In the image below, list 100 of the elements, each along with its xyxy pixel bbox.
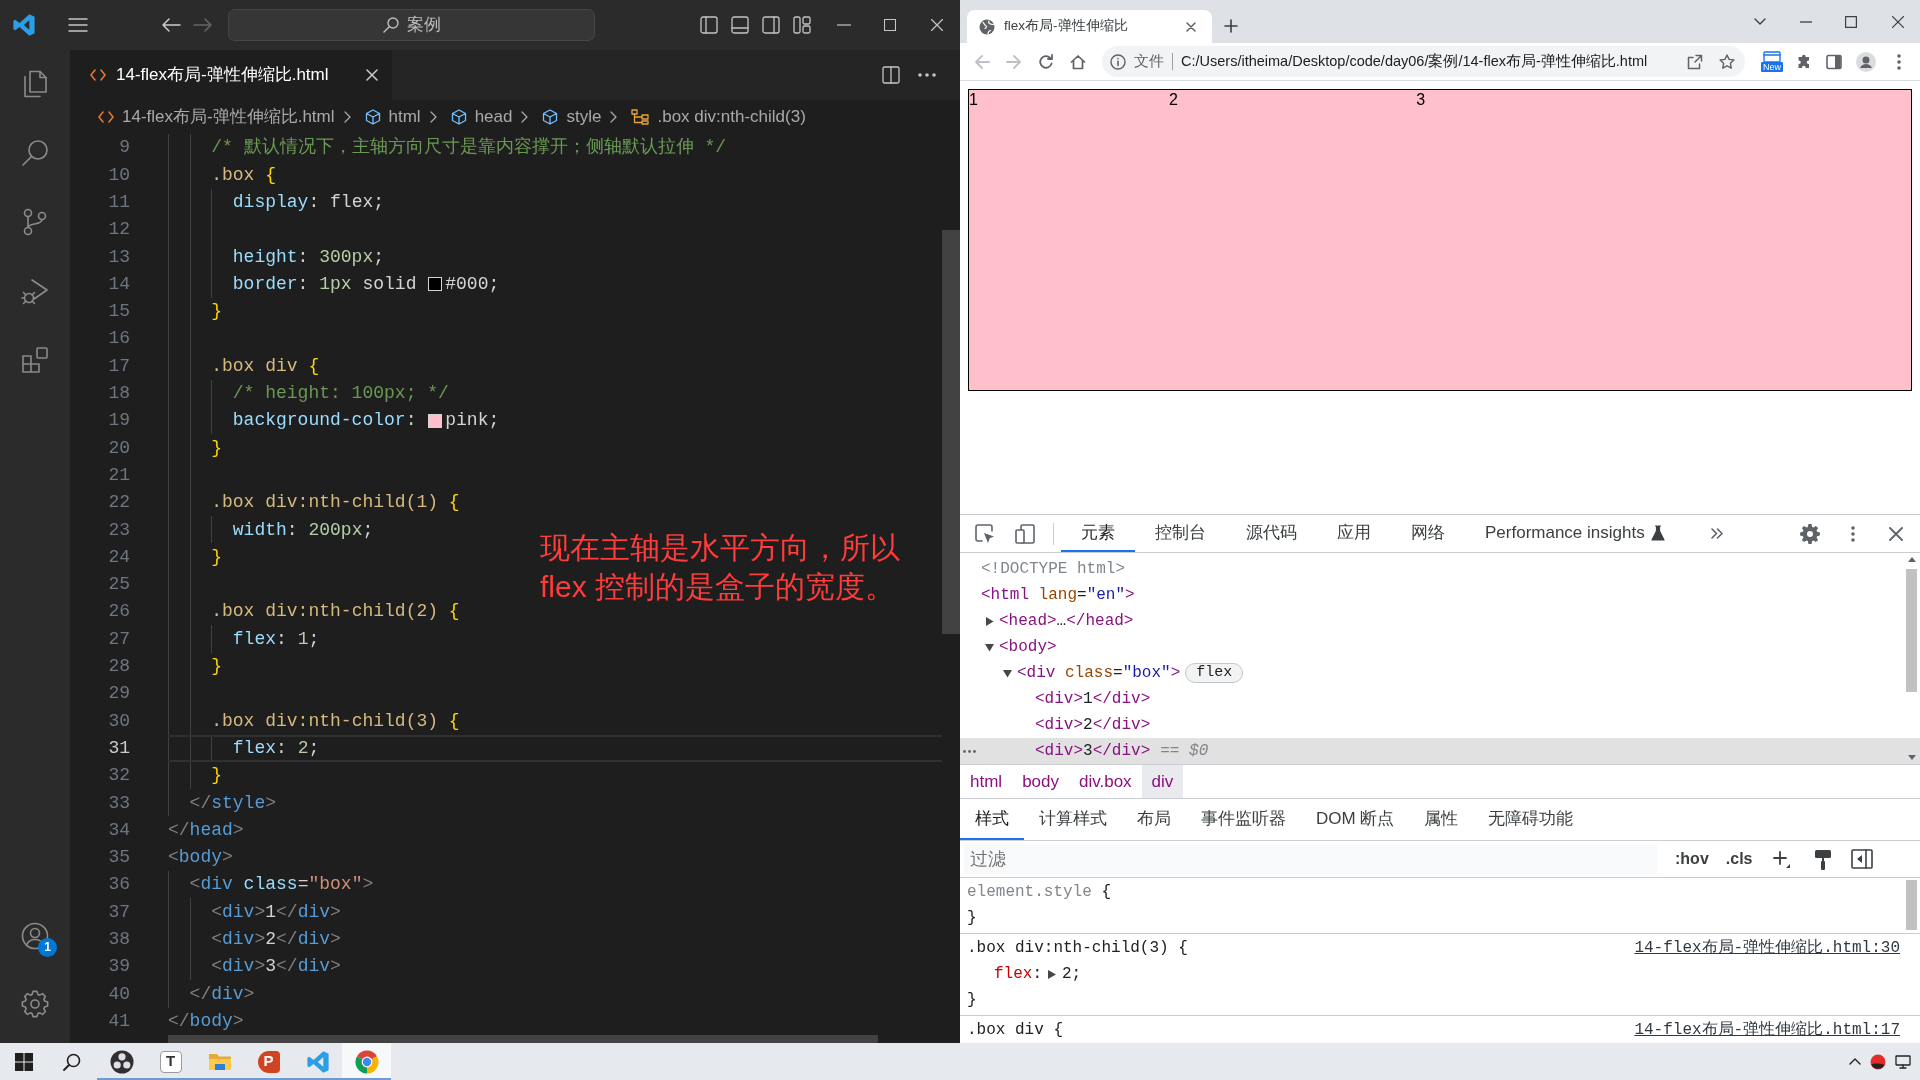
breadcrumb-item[interactable]: 14-flex布局-弹性伸缩比.html — [98, 106, 335, 128]
run-debug-icon[interactable] — [21, 277, 49, 305]
close-icon[interactable] — [1889, 526, 1903, 541]
inspect-icon[interactable] — [975, 523, 995, 544]
files-icon[interactable] — [21, 70, 49, 98]
ellipsis-icon[interactable] — [963, 750, 976, 753]
taskbar-button[interactable]: T — [146, 1043, 195, 1080]
dom-tree-row[interactable]: <div>2</div> — [960, 712, 1920, 738]
source-link[interactable]: 14-flex布局-弹性伸缩比.html:17 — [1634, 1020, 1900, 1040]
branch-icon[interactable] — [21, 208, 49, 236]
scrollbar-thumb[interactable] — [168, 1035, 878, 1043]
breadcrumb-item[interactable]: body — [1012, 765, 1069, 798]
devtools-tab[interactable]: 控制台 — [1135, 515, 1226, 552]
address-bar[interactable]: 文件 C:/Users/itheima/Desktop/code/day06/案例/14-flex布局-弹性伸缩比.html — [1102, 46, 1745, 77]
color-swatch-icon[interactable] — [428, 413, 443, 428]
account-icon[interactable] — [21, 922, 49, 950]
more-icon[interactable] — [918, 73, 936, 77]
flex-badge[interactable]: flex — [1185, 663, 1244, 683]
filter-field[interactable]: 过滤 — [964, 844, 1657, 874]
sidebar-toggle-icon[interactable] — [1851, 849, 1874, 869]
styles-tab[interactable]: 无障碍功能 — [1473, 799, 1589, 840]
more-vertical-icon[interactable] — [1897, 53, 1901, 70]
layout-grid-icon[interactable] — [793, 16, 811, 34]
extensions-icon[interactable] — [21, 346, 49, 374]
styles-tab[interactable]: 布局 — [1122, 799, 1186, 840]
breadcrumb-item[interactable]: .box div:nth-child(3) — [631, 106, 806, 128]
minimize-icon[interactable] — [1800, 20, 1812, 23]
color-swatch-icon[interactable] — [428, 277, 443, 292]
breadcrumb-item[interactable]: div.box — [1069, 765, 1142, 798]
scroll-up-icon[interactable] — [1908, 557, 1916, 562]
reload-icon[interactable] — [1038, 53, 1054, 70]
more-vertical-icon[interactable] — [1851, 525, 1855, 542]
dom-tree-row[interactable]: <body> — [960, 634, 1920, 660]
disclosure-triangle-icon[interactable] — [1003, 668, 1012, 678]
paint-roller-icon[interactable] — [1814, 848, 1833, 870]
split-editor-icon[interactable] — [882, 66, 900, 84]
folder-icon — [207, 1051, 232, 1072]
settings-icon[interactable] — [21, 990, 49, 1018]
add-rule-icon[interactable] — [1773, 850, 1791, 868]
devtools-tab[interactable]: Performance insights — [1465, 515, 1685, 552]
devtools-tab[interactable]: 网络 — [1391, 515, 1465, 552]
left-panel-icon[interactable] — [700, 16, 718, 34]
start-icon[interactable] — [15, 1052, 33, 1071]
styles-tab[interactable]: DOM 断点 — [1301, 799, 1410, 840]
dom-tree-row[interactable]: <div>3</div> == $0 — [960, 738, 1920, 764]
breadcrumb-item[interactable]: div — [1141, 765, 1184, 798]
scrollbar-thumb[interactable] — [1906, 569, 1917, 692]
info-icon[interactable] — [1110, 53, 1126, 70]
new-tab-icon[interactable] — [1224, 18, 1238, 33]
code-logo-icon[interactable] — [12, 13, 36, 37]
search-icon[interactable] — [63, 1052, 81, 1071]
dom-tree-row[interactable]: <!DOCTYPE html> — [960, 556, 1920, 582]
chevron-down-icon[interactable] — [1754, 18, 1766, 25]
disclosure-triangle-icon[interactable] — [985, 616, 994, 626]
dom-tree-row[interactable]: <html lang="en"> — [960, 582, 1920, 608]
puzzle-icon[interactable] — [1796, 53, 1812, 70]
scroll-down-icon[interactable] — [1908, 755, 1916, 760]
scrollbar-thumb[interactable] — [1906, 880, 1917, 930]
taskbar-button[interactable]: P — [244, 1043, 293, 1080]
breadcrumb-item[interactable]: style — [542, 106, 602, 128]
breadcrumb-item[interactable]: html — [364, 106, 421, 128]
close-icon[interactable] — [1186, 21, 1196, 32]
device-icon[interactable] — [1015, 523, 1035, 544]
close-icon[interactable] — [1892, 15, 1904, 28]
disclosure-triangle-icon[interactable] — [985, 642, 994, 652]
star-icon[interactable] — [1719, 53, 1735, 70]
chevron-up-icon[interactable] — [1849, 1058, 1861, 1065]
dom-tree-row[interactable]: <div class="box"> flex — [960, 660, 1920, 686]
style-toggle-button[interactable]: :hov — [1675, 849, 1709, 869]
extension-button[interactable]: New — [1761, 51, 1783, 72]
devtools-tab[interactable]: 应用 — [1317, 515, 1391, 552]
maximize-icon[interactable] — [1845, 15, 1857, 28]
expand-arrow-icon[interactable] — [1048, 969, 1056, 979]
devtools-tab[interactable]: 源代码 — [1226, 515, 1317, 552]
profile-avatar-icon[interactable] — [1856, 51, 1876, 72]
dom-tree-row[interactable]: <head>…</head> — [960, 608, 1920, 634]
command-center[interactable]: 案例 — [228, 9, 595, 41]
menu-icon[interactable] — [68, 17, 88, 33]
right-panel-icon[interactable] — [762, 16, 780, 34]
breadcrumb-item[interactable]: head — [450, 106, 513, 128]
styles-tab[interactable]: 计算样式 — [1024, 799, 1122, 840]
editor-tab[interactable]: 14-flex布局-弹性伸缩比.html — [70, 50, 392, 100]
more-tabs-icon[interactable] — [1710, 528, 1723, 539]
styles-tab[interactable]: 属性 — [1409, 799, 1474, 840]
home-icon[interactable] — [1070, 53, 1086, 70]
back-arrow-icon[interactable] — [161, 17, 181, 33]
breadcrumb-item[interactable]: html — [960, 765, 1013, 798]
scrollbar-thumb[interactable] — [942, 230, 960, 634]
monitor-icon[interactable] — [1895, 1053, 1911, 1070]
settings-icon[interactable] — [1800, 523, 1820, 544]
browser-tab[interactable]: flex布局-弹性伸缩比 — [967, 10, 1212, 43]
source-link[interactable]: 14-flex布局-弹性伸缩比.html:30 — [1634, 938, 1900, 958]
sidebar-icon[interactable] — [1826, 53, 1842, 70]
bottom-panel-icon[interactable] — [731, 16, 749, 34]
style-toggle-button[interactable]: .cls — [1725, 849, 1753, 869]
dom-tree-row[interactable]: <div>1</div> — [960, 686, 1920, 712]
ball-icon[interactable] — [1870, 1053, 1886, 1070]
share-icon[interactable] — [1687, 53, 1703, 70]
styles-tab[interactable]: 事件监听器 — [1186, 799, 1301, 840]
devtools-tab[interactable]: 元素 — [1061, 515, 1135, 552]
